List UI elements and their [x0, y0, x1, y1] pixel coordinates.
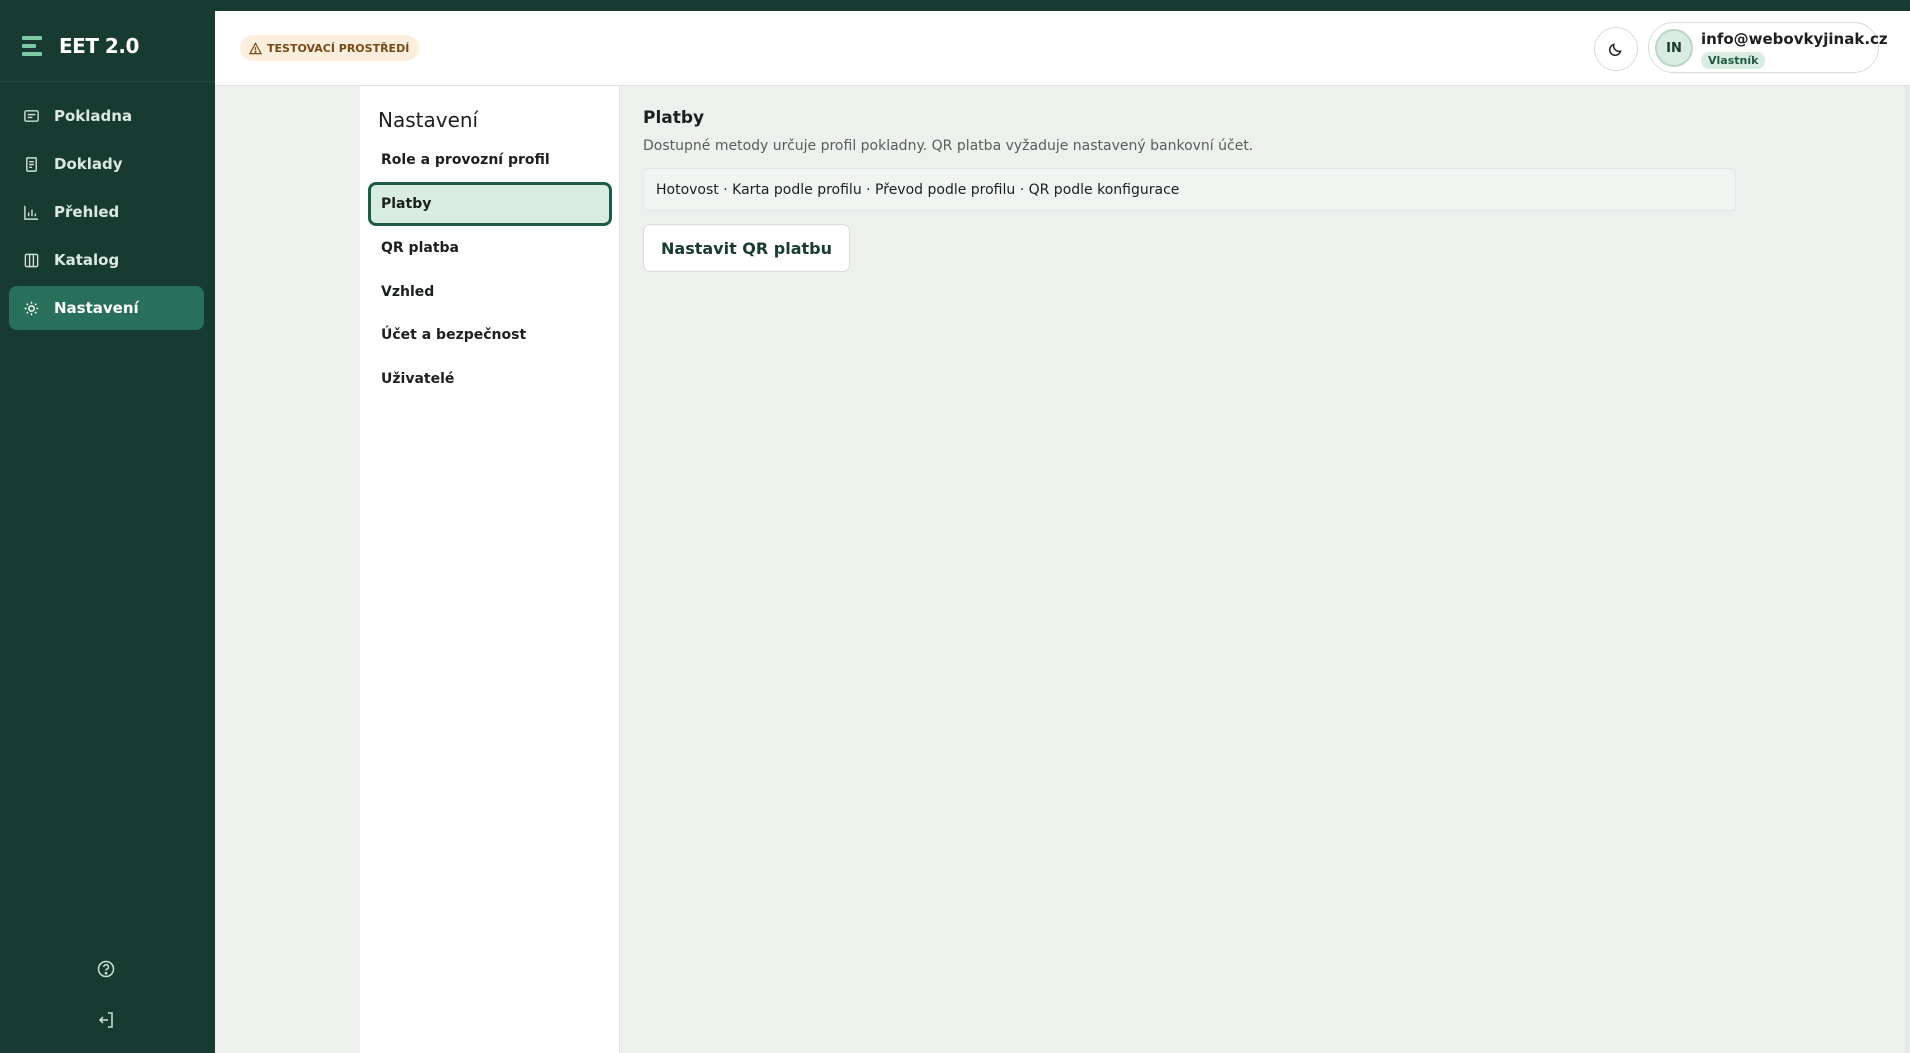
environment-badge: TESTOVACÍ PROSTŘEDÍ — [240, 35, 420, 61]
scrollbar[interactable] — [1905, 86, 1910, 1053]
theme-toggle-button[interactable] — [1594, 27, 1638, 71]
bar-chart-icon — [23, 204, 40, 221]
receipt-icon — [23, 108, 40, 125]
sidebar-item-label: Nastavení — [54, 299, 139, 317]
sidebar-item-label: Doklady — [54, 155, 123, 173]
top-header: TESTOVACÍ PROSTŘEDÍ IN info@webovkyjinak… — [215, 11, 1910, 86]
brand[interactable]: EET 2.0 — [22, 32, 139, 60]
moon-icon — [1608, 41, 1624, 57]
settings-content: Platby Dostupné metody určuje profil pok… — [621, 86, 1910, 1053]
top-accent-strip — [0, 0, 1910, 11]
avatar: IN — [1655, 29, 1693, 67]
settings-item-qr-platba[interactable]: QR platba — [368, 226, 612, 270]
payment-methods-summary: Hotovost · Karta podle profilu · Převod … — [643, 168, 1736, 211]
menu-icon[interactable] — [22, 36, 42, 56]
settings-nav: Nastavení Role a provozní profil Platby … — [360, 86, 620, 1053]
section-description: Dostupné metody určuje profil pokladny. … — [643, 138, 1254, 154]
environment-badge-label: TESTOVACÍ PROSTŘEDÍ — [267, 41, 410, 55]
section-title: Platby — [643, 108, 705, 128]
sidebar-item-doklady[interactable]: Doklady — [9, 142, 204, 186]
app-title: EET 2.0 — [59, 34, 139, 58]
settings-item-vzhled[interactable]: Vzhled — [368, 270, 612, 314]
user-menu-button[interactable]: IN info@webovkyjinak.cz Vlastník — [1648, 22, 1888, 73]
sidebar-item-label: Pokladna — [54, 107, 133, 125]
help-icon[interactable] — [96, 959, 116, 979]
gear-icon — [23, 300, 40, 317]
settings-item-platby[interactable]: Platby — [368, 182, 612, 226]
warning-icon — [249, 41, 262, 55]
setup-qr-payment-button[interactable]: Nastavit QR platbu — [643, 224, 851, 272]
sidebar-divider — [0, 81, 215, 82]
sidebar: EET 2.0 Pokladna Doklady Přehled Katalog… — [0, 0, 215, 1053]
settings-item-role[interactable]: Role a provozní profil — [368, 138, 612, 182]
book-icon — [23, 252, 40, 269]
sidebar-item-pokladna[interactable]: Pokladna — [9, 94, 204, 138]
sidebar-item-label: Přehled — [54, 203, 120, 221]
settings-item-ucet[interactable]: Účet a bezpečnost — [368, 313, 612, 357]
document-icon — [23, 156, 40, 173]
settings-item-uzivatele[interactable]: Uživatelé — [368, 357, 612, 401]
user-role-badge: Vlastník — [1701, 52, 1766, 69]
sidebar-nav: Pokladna Doklady Přehled Katalog Nastave… — [9, 94, 204, 334]
sidebar-item-katalog[interactable]: Katalog — [9, 238, 204, 282]
sidebar-item-nastaveni[interactable]: Nastavení — [9, 286, 204, 330]
user-email: info@webovkyjinak.cz — [1701, 30, 1888, 48]
settings-title: Nastavení — [378, 108, 479, 132]
sidebar-item-prehled[interactable]: Přehled — [9, 190, 204, 234]
sidebar-item-label: Katalog — [54, 251, 120, 269]
logout-icon[interactable] — [96, 1010, 116, 1030]
